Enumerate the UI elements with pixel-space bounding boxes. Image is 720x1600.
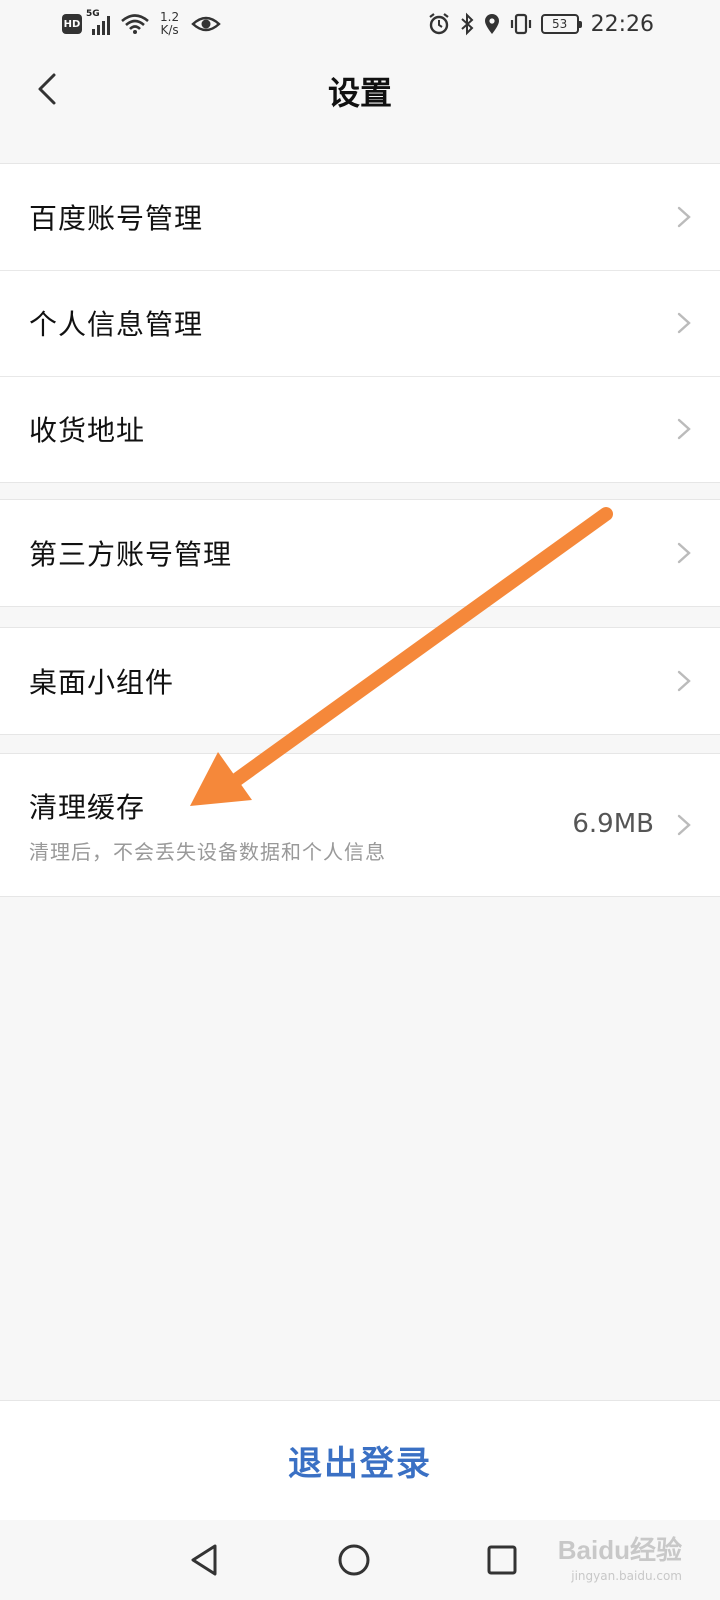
- settings-item-label: 第三方账号管理: [29, 538, 233, 571]
- settings-item-personal-info[interactable]: 个人信息管理: [0, 270, 720, 376]
- settings-item-third-party-account[interactable]: 第三方账号管理: [0, 500, 720, 606]
- watermark-logo-text: Baidu经验: [557, 1535, 682, 1565]
- battery-level: 53: [551, 17, 568, 31]
- status-right: 53 22:26: [427, 8, 654, 40]
- status-bar: HD 5G 1.2 K/s 53 22:26: [0, 0, 720, 48]
- location-icon: [484, 14, 499, 34]
- logout-button[interactable]: 退出登录: [288, 1436, 432, 1485]
- chevron-right-icon: [677, 312, 691, 334]
- clear-cache-subtitle: 清理后，不会丢失设备数据和个人信息: [29, 839, 386, 864]
- logout-area: 退出登录: [0, 1400, 720, 1520]
- nav-recents-icon: [487, 1545, 517, 1575]
- app-header: 设置: [0, 48, 720, 132]
- settings-item-baidu-account[interactable]: 百度账号管理: [0, 164, 720, 270]
- status-time: 22:26: [590, 11, 654, 37]
- chevron-right-icon: [677, 206, 691, 228]
- settings-item-label: 百度账号管理: [29, 202, 204, 235]
- hd-icon: HD: [62, 14, 82, 34]
- signal-label: 5G: [86, 9, 100, 19]
- nav-home-icon: [338, 1544, 370, 1576]
- net-speed: 1.2 K/s: [160, 11, 179, 37]
- chevron-right-icon: [677, 670, 691, 692]
- chevron-right-icon: [677, 542, 691, 564]
- page-title: 设置: [327, 74, 392, 112]
- nav-back-icon: [191, 1544, 217, 1576]
- net-speed-unit: K/s: [160, 23, 179, 37]
- settings-item-label: 清理缓存: [29, 790, 146, 824]
- cache-size-value: 6.9MB: [572, 809, 654, 839]
- nav-home-button[interactable]: [330, 1536, 378, 1584]
- settings-group-cache: 清理缓存 清理后，不会丢失设备数据和个人信息 6.9MB: [0, 753, 720, 897]
- settings-group-widget: 桌面小组件: [0, 627, 720, 735]
- bluetooth-icon: [460, 12, 474, 36]
- status-left: HD 5G 1.2 K/s: [62, 8, 221, 40]
- settings-item-shipping-address[interactable]: 收货地址: [0, 376, 720, 482]
- nav-recents-button[interactable]: [478, 1536, 526, 1584]
- settings-item-label: 桌面小组件: [29, 666, 175, 699]
- chevron-right-icon: [677, 814, 691, 836]
- settings-item-desktop-widget[interactable]: 桌面小组件: [0, 628, 720, 734]
- settings-item-label: 收货地址: [29, 414, 146, 447]
- watermark-url: jingyan.baidu.com: [571, 1569, 682, 1583]
- settings-group-third-party: 第三方账号管理: [0, 499, 720, 607]
- battery-icon: 53: [540, 14, 582, 34]
- wifi-icon: [121, 14, 149, 34]
- signal-icon: 5G: [86, 9, 114, 35]
- eye-icon: [191, 16, 221, 32]
- settings-item-label: 个人信息管理: [29, 308, 204, 341]
- chevron-right-icon: [677, 418, 691, 440]
- settings-item-clear-cache[interactable]: 清理缓存 清理后，不会丢失设备数据和个人信息 6.9MB: [0, 754, 720, 896]
- settings-group-account: 百度账号管理 个人信息管理 收货地址: [0, 163, 720, 483]
- vibrate-icon: [510, 13, 531, 35]
- nav-back-button[interactable]: [180, 1536, 228, 1584]
- alarm-icon: [428, 13, 449, 35]
- baidu-jingyan-watermark: Baidu经验 jingyan.baidu.com: [558, 1530, 682, 1583]
